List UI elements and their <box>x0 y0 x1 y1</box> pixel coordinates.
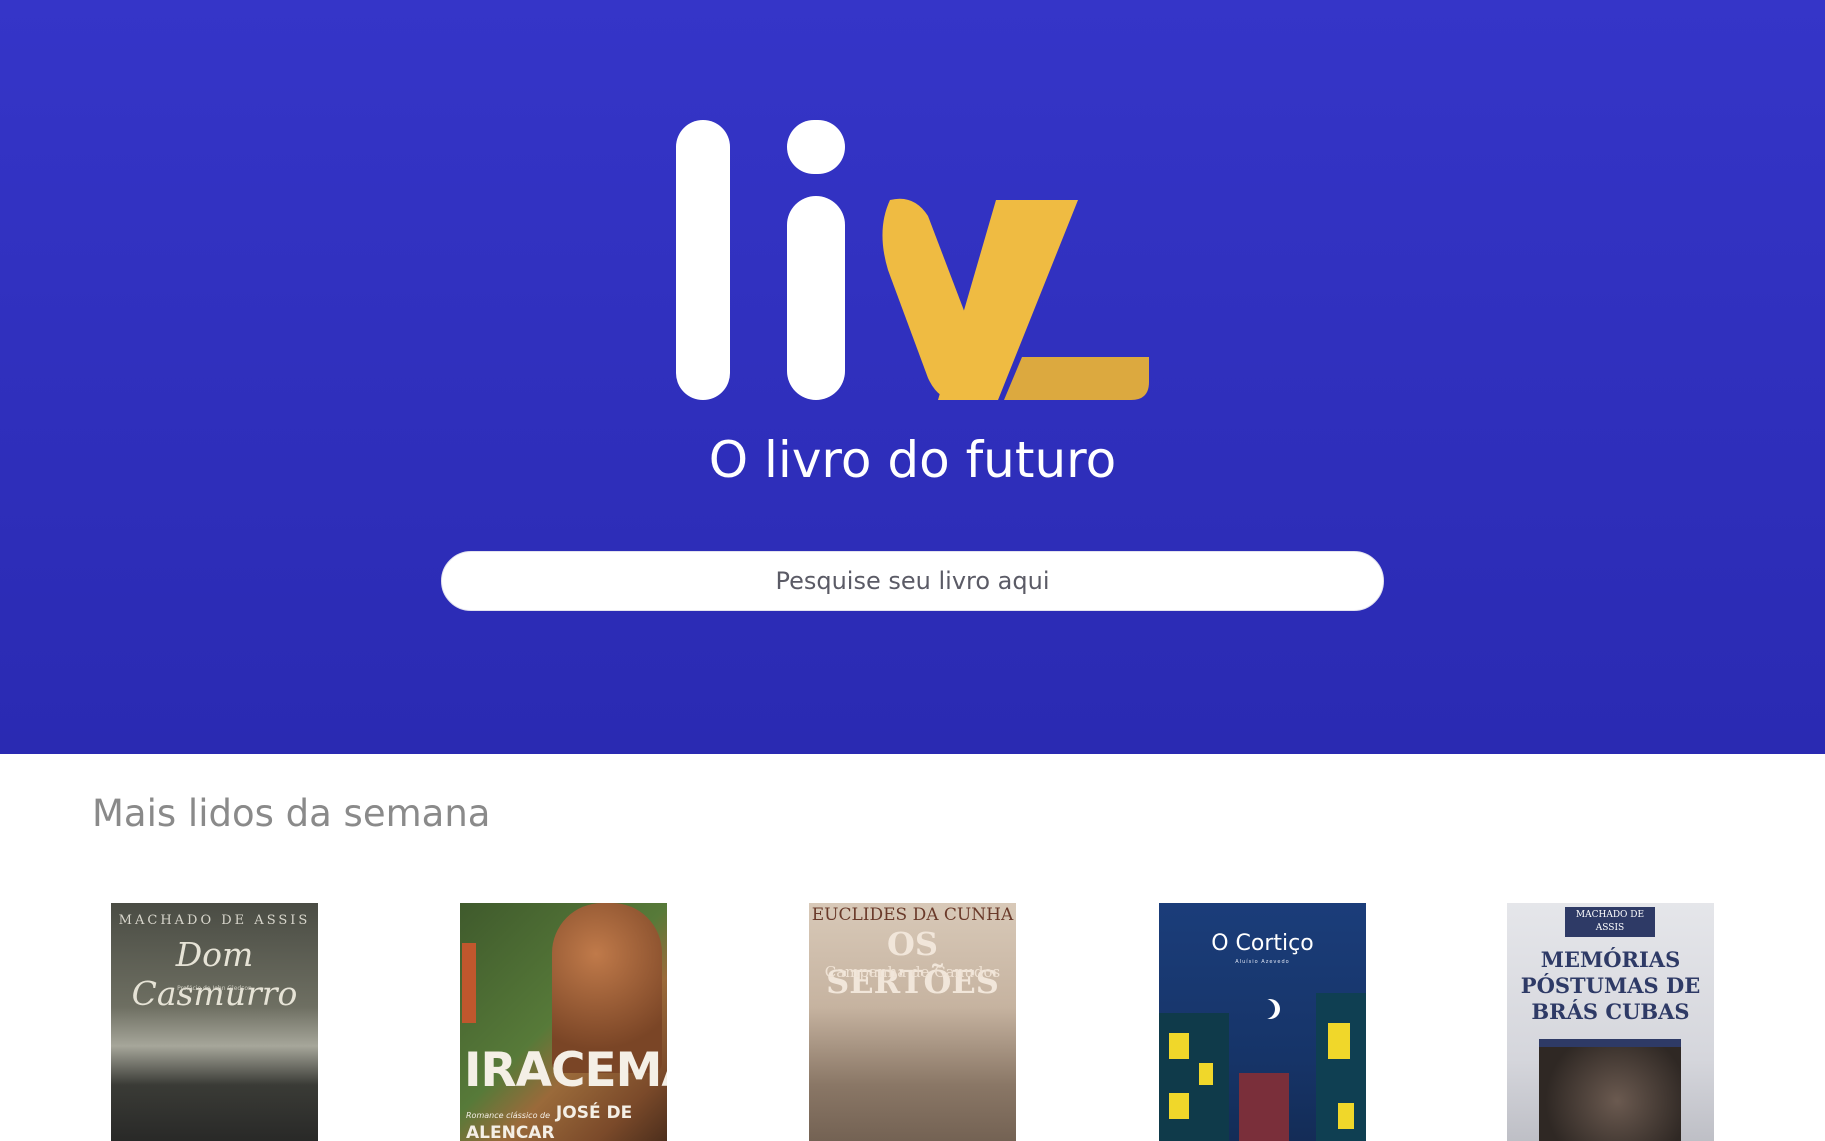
window <box>1338 1103 1354 1129</box>
cover-band <box>1539 1039 1681 1047</box>
building-center <box>1239 1073 1289 1141</box>
book-author: Aluísio Azevedo <box>1235 959 1290 965</box>
book-title: IRACEMA <box>464 1043 667 1098</box>
book-card[interactable]: MACHADO DE ASSIS MEMÓRIAS PÓSTUMAS DE BR… <box>1507 903 1714 1141</box>
book-cover: MACHADO DE ASSIS Dom Casmurro Prefácio d… <box>111 903 318 1141</box>
window <box>1328 1023 1350 1059</box>
author-portrait <box>1539 1047 1681 1141</box>
book-title: MEMÓRIAS PÓSTUMAS DE BRÁS CUBAS <box>1520 947 1701 1024</box>
book-author: Romance clássico de JOSÉ DE ALENCAR <box>466 1103 667 1141</box>
moon-icon <box>1255 999 1275 1019</box>
book-note: Prefácio de John Gledson <box>177 985 252 992</box>
section-title: Mais lidos da semana <box>92 792 491 835</box>
book-card[interactable]: EUCLIDES DA CUNHA OS SERTÕES Campanha de… <box>809 903 1016 1141</box>
hero-banner: O livro do futuro <box>0 0 1825 754</box>
book-card[interactable]: MACHADO DE ASSIS Dom Casmurro Prefácio d… <box>111 903 318 1141</box>
book-card[interactable]: O Cortiço Aluísio Azevedo <box>1159 903 1366 1141</box>
window <box>1169 1093 1189 1119</box>
building-left <box>1159 1013 1229 1141</box>
book-card[interactable]: IRACEMA Romance clássico de JOSÉ DE ALEN… <box>460 903 667 1141</box>
book-author-name: JOSÉ DE ALENCAR <box>466 1103 633 1141</box>
search-input[interactable] <box>487 566 1338 596</box>
book-note: Romance clássico de <box>466 1111 550 1120</box>
book-subtitle: Campanha de Canudos <box>824 963 1001 981</box>
book-title: O Cortiço <box>1211 931 1314 956</box>
book-author: EUCLIDES DA CUNHA <box>811 905 1014 925</box>
building-right <box>1316 993 1366 1141</box>
search-bar[interactable] <box>441 551 1384 611</box>
book-author: MACHADO DE ASSIS <box>118 913 311 928</box>
book-cover: IRACEMA Romance clássico de JOSÉ DE ALEN… <box>460 903 667 1141</box>
window <box>1169 1033 1189 1059</box>
liv-logo <box>676 120 1149 400</box>
book-cover: O Cortiço Aluísio Azevedo <box>1159 903 1366 1141</box>
book-cover: EUCLIDES DA CUNHA OS SERTÕES Campanha de… <box>809 903 1016 1141</box>
book-cover: MACHADO DE ASSIS MEMÓRIAS PÓSTUMAS DE BR… <box>1507 903 1714 1141</box>
window <box>1199 1063 1213 1085</box>
book-author: MACHADO DE ASSIS <box>1565 907 1655 937</box>
tagline: O livro do futuro <box>708 431 1117 489</box>
book-title: Dom Casmurro <box>131 935 298 1013</box>
cover-spine <box>462 943 476 1023</box>
